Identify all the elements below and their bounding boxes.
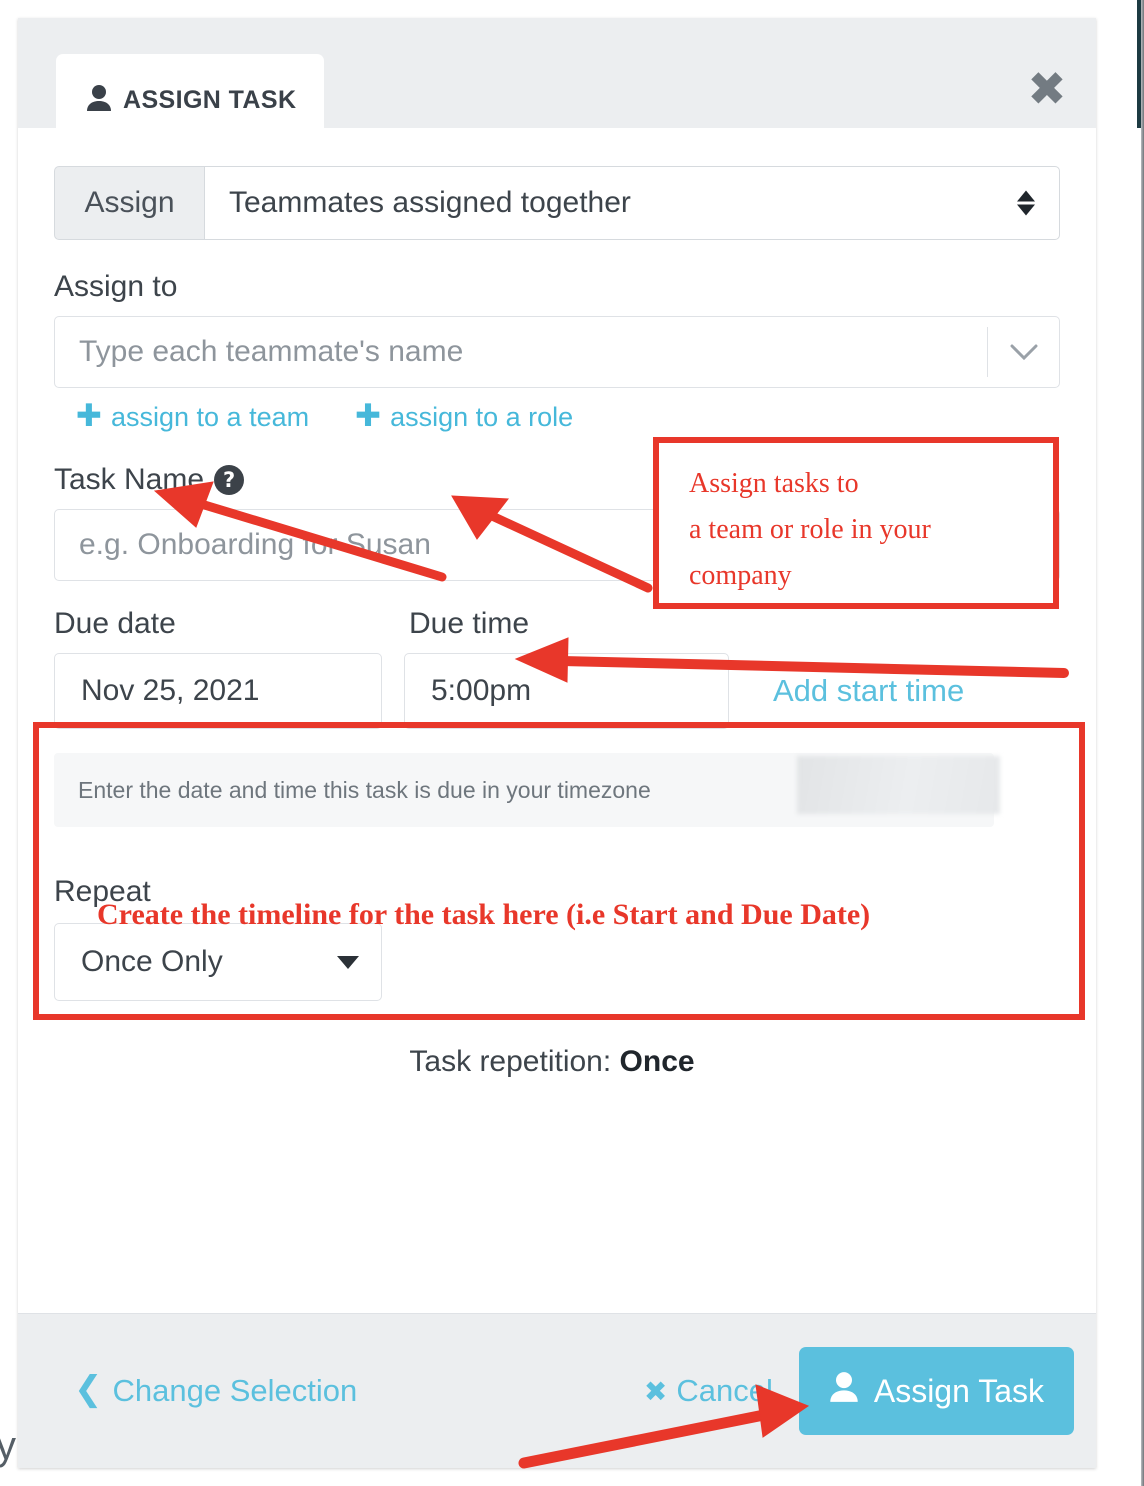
chevron-down-icon[interactable] — [987, 327, 1059, 377]
cancel-button[interactable]: ✖ Cancel — [644, 1373, 773, 1409]
person-icon — [829, 1371, 859, 1411]
cancel-label: Cancel — [676, 1373, 773, 1408]
help-icon[interactable]: ? — [214, 465, 245, 495]
background-cut-text: y — [0, 1424, 16, 1468]
chevron-left-icon: ❮ — [74, 1369, 103, 1409]
due-date-input[interactable]: Nov 25, 2021 — [54, 653, 382, 729]
due-date-label: Due date — [54, 607, 176, 640]
assign-addon-label: Assign — [54, 166, 204, 240]
assign-to-input[interactable]: Type each teammate's name — [54, 316, 1060, 388]
modal-body: Assign Teammates assigned together Assig… — [18, 128, 1096, 1313]
task-name-placeholder: e.g. Onboarding for Susan — [79, 528, 431, 561]
assign-mode-select[interactable]: Teammates assigned together — [204, 166, 1060, 240]
assign-shortcut-links: ✚ assign to a team ✚ assign to a role — [54, 398, 1060, 434]
task-name-label-text: Task Name — [54, 463, 205, 496]
sort-caret-icon — [1017, 190, 1035, 216]
footer-actions: ✖ Cancel Assign Task — [644, 1347, 1074, 1435]
change-selection-button[interactable]: ❮ Change Selection — [74, 1369, 358, 1411]
annotation-team-role-text: Assign tasks to a team or role in your c… — [689, 468, 931, 591]
assign-to-role-link[interactable]: ✚ assign to a role — [355, 398, 574, 434]
change-selection-label: Change Selection — [112, 1373, 358, 1408]
close-icon: ✖ — [643, 1374, 668, 1408]
assign-to-placeholder: Type each teammate's name — [79, 335, 464, 368]
assign-to-label: Assign to — [54, 270, 178, 303]
assign-task-label: Assign Task — [873, 1372, 1044, 1409]
annotation-box-team-role: Assign tasks to a team or role in your c… — [653, 437, 1059, 609]
due-labels-row: Due date Due time — [54, 607, 1060, 641]
due-time-label: Due time — [409, 607, 530, 640]
assign-to-role-label: assign to a role — [390, 402, 574, 432]
person-icon — [86, 84, 112, 117]
task-repetition-value: Once — [619, 1045, 695, 1078]
tab-label: ASSIGN TASK — [123, 85, 297, 114]
add-start-time-link[interactable]: Add start time — [773, 673, 964, 709]
assign-task-button[interactable]: Assign Task — [798, 1347, 1074, 1435]
task-repetition-summary: Task repetition: Once — [54, 1045, 1060, 1079]
plus-icon: ✚ — [355, 398, 382, 434]
close-icon[interactable]: ✖ — [1020, 62, 1074, 116]
plus-icon: ✚ — [76, 398, 102, 434]
task-repetition-prefix: Task repetition: — [409, 1045, 620, 1078]
modal-footer: ❮ Change Selection ✖ Cancel Assign Task — [18, 1313, 1096, 1468]
due-inputs-row: Nov 25, 2021 5:00pm Add start time — [54, 653, 1060, 729]
modal-header: ASSIGN TASK ✖ — [18, 18, 1096, 146]
viewport-right-edge-top — [1137, 0, 1141, 128]
assign-input-group: Assign Teammates assigned together — [54, 166, 1060, 240]
assign-to-team-link[interactable]: ✚ assign to a team — [76, 398, 310, 434]
due-time-input[interactable]: 5:00pm — [404, 653, 729, 729]
annotation-box-due-timeline — [33, 722, 1085, 1020]
annotation-timeline-text: Create the timeline for the task here (i… — [97, 898, 871, 931]
assign-to-team-label: assign to a team — [110, 402, 310, 432]
assign-mode-value: Teammates assigned together — [229, 186, 631, 219]
